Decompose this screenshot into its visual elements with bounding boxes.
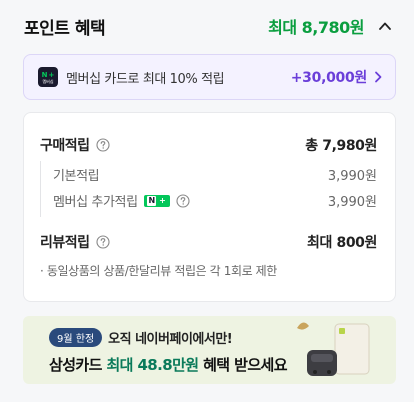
purchase-point-total: 총 7,980원: [305, 138, 377, 154]
badge-n: N: [41, 70, 48, 79]
purchase-point-label: 구매적립: [40, 138, 90, 154]
membership-promo-text: 멤버십 카드로 최대 10% 적립: [66, 71, 225, 87]
purchase-point-breakdown: 기본적립 3,990원 멤버십 추가적립 N + 3,990원: [40, 161, 379, 217]
basic-point-row: 기본적립 3,990원: [53, 165, 377, 184]
section-title: 포인트 혜택: [24, 18, 106, 39]
point-benefit-header[interactable]: 포인트 혜택 최대 8,780원: [0, 0, 414, 52]
question-circle-icon[interactable]: [176, 193, 190, 208]
membership-point-value: 3,990원: [327, 195, 377, 210]
review-point-max: 최대 800원: [307, 235, 377, 251]
membership-point-label: 멤버십 추가적립: [53, 195, 138, 210]
banner-title-highlight: 최대 48.8만원: [106, 356, 199, 374]
npay-plus-icon: N +: [143, 194, 170, 207]
card-illustration: [297, 322, 370, 376]
header-right: 최대 8,780원: [268, 14, 392, 38]
purchase-point-row: 구매적립 총 7,980원: [40, 135, 377, 155]
mini-badge-n: N: [147, 195, 157, 206]
mini-badge-plus: +: [159, 195, 166, 205]
basic-point-label: 기본적립: [53, 169, 100, 184]
max-point-amount: 최대 8,780원: [268, 18, 364, 37]
review-point-row: 리뷰적립 최대 800원: [40, 232, 377, 252]
banner-title-prefix: 삼성카드: [49, 356, 107, 374]
chevron-up-icon[interactable]: [378, 19, 392, 33]
banner-title: 삼성카드 최대 48.8만원 혜택 받으세요: [49, 354, 288, 375]
badge-plus: +: [48, 70, 55, 79]
npay-membership-icon: N + 멤버십: [38, 67, 58, 87]
badge-sub: 멤버십: [42, 78, 54, 84]
membership-promo-amount: +30,000원: [290, 70, 368, 86]
membership-card-promo[interactable]: N + 멤버십 멤버십 카드로 최대 10% 적립 +30,000원: [23, 54, 396, 100]
basic-point-value: 3,990원: [327, 169, 377, 184]
banner-pill: 9월 한정: [49, 328, 103, 347]
banner-line1: 9월 한정 오직 네이버페이에서만!: [49, 328, 233, 347]
chevron-right-icon: [375, 71, 382, 83]
question-circle-icon[interactable]: [95, 138, 110, 152]
samsung-card-promo-banner[interactable]: 9월 한정 오직 네이버페이에서만! 삼성카드 최대 48.8만원 혜택 받으세…: [23, 316, 396, 384]
review-point-label: 리뷰적립: [40, 235, 90, 251]
review-point-note: · 동일상품의 상품/한달리뷰 적립은 각 1회로 제한: [40, 264, 277, 278]
membership-point-row: 멤버십 추가적립 N + 3,990원: [53, 191, 377, 210]
banner-subtitle: 오직 네이버페이에서만!: [108, 332, 233, 347]
question-circle-icon[interactable]: [95, 235, 110, 249]
point-detail-card: 구매적립 총 7,980원 기본적립 3,990원 멤버십 추가적립 N + 3…: [23, 112, 396, 302]
banner-title-suffix: 혜택 받으세요: [198, 356, 287, 374]
